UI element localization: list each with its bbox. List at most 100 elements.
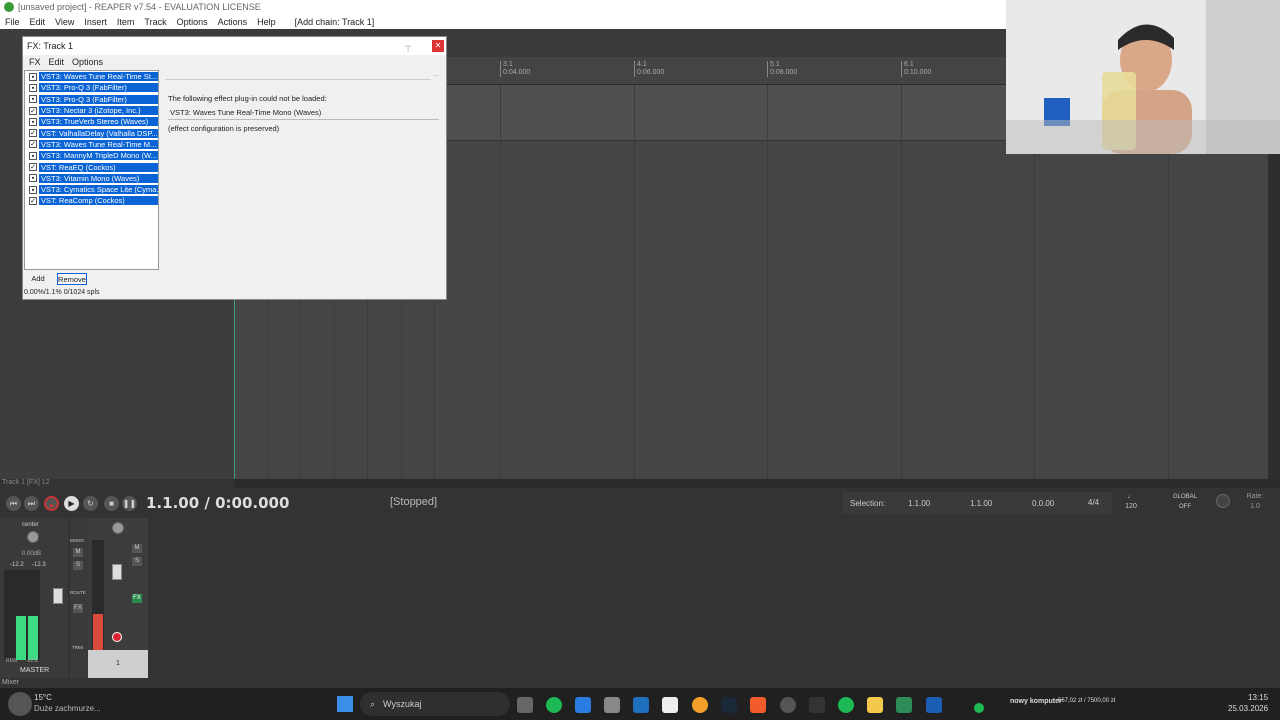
fx-menu-fx[interactable]: FX <box>25 57 45 67</box>
stats-text[interactable]: 567,02 zł / 7500,00 zł <box>1058 698 1115 704</box>
fx-menu-options[interactable]: Options <box>68 57 107 67</box>
preset-bar[interactable] <box>165 72 431 80</box>
fx-list-item[interactable]: ▪ VST3: Vitamin Mono (Waves) <box>25 173 158 184</box>
playrate-knob[interactable] <box>1216 494 1230 508</box>
fx-list-item[interactable]: ▪ VST3: TrueVerb Stereo (Waves) <box>25 116 158 127</box>
notepad-icon[interactable] <box>662 697 678 713</box>
taskbar-search[interactable]: ⌕ Wyszukaj <box>360 692 510 716</box>
menu-item[interactable]: Item <box>112 17 140 27</box>
record-button[interactable]: ● <box>44 496 59 511</box>
route-label[interactable]: ROUTE <box>70 590 86 595</box>
selection-end[interactable]: 1.1.00 <box>970 499 992 508</box>
fx-list-item[interactable]: ▪ VST3: Waves Tune Real-Time St... <box>25 71 158 82</box>
fx-list-item[interactable]: ✓ VST: ValhallaDelay (Valhalla DSP... <box>25 127 158 138</box>
fx-list-item[interactable]: ▪ VST3: Pro-Q 3 (FabFilter) <box>25 82 158 93</box>
notification-text[interactable]: nowy komputer <box>1010 698 1062 705</box>
mixer-tab[interactable]: Mixer <box>2 679 19 686</box>
reaper-icon[interactable] <box>896 697 912 713</box>
app-icon[interactable] <box>546 697 562 713</box>
track-mute-button[interactable]: M <box>132 544 142 553</box>
time-signature[interactable]: 4/4 <box>1088 498 1099 507</box>
file-explorer-icon[interactable] <box>867 697 883 713</box>
start-button[interactable] <box>337 696 353 712</box>
weather-temp[interactable]: 15°C <box>34 693 52 702</box>
menu-edit[interactable]: Edit <box>25 17 51 27</box>
fx-enable-checkbox[interactable]: ✓ <box>29 163 37 172</box>
weather-icon[interactable] <box>8 692 32 716</box>
browser-icon[interactable] <box>692 697 708 713</box>
mono-label[interactable]: MONO <box>70 538 84 543</box>
fx-list-item[interactable]: ✓ VST3: Waves Tune Real-Time M... <box>25 139 158 150</box>
go-to-end-button[interactable]: ⏭ <box>24 496 39 511</box>
track-solo-button[interactable]: S <box>132 557 142 566</box>
mail-icon[interactable] <box>604 697 620 713</box>
shield-icon[interactable] <box>926 697 942 713</box>
add-fx-button[interactable]: Add <box>25 273 51 285</box>
fx-enable-checkbox[interactable]: ▪ <box>29 174 37 183</box>
record-arm-button[interactable] <box>112 632 122 642</box>
fx-list-item[interactable]: ✓ VST3: Nectar 3 (iZotope, Inc.) <box>25 105 158 116</box>
play-button[interactable]: ▶ <box>64 496 79 511</box>
fx-enable-checkbox[interactable]: ▪ <box>29 83 37 92</box>
master-solo-button[interactable]: S <box>73 561 83 570</box>
global-automation[interactable]: GLOBAL OFF <box>1170 492 1200 514</box>
obs-icon[interactable] <box>780 697 796 713</box>
vscode-icon[interactable] <box>575 697 591 713</box>
app-icon-2[interactable] <box>809 697 825 713</box>
fx-enable-checkbox[interactable]: ▪ <box>29 117 37 126</box>
master-fader[interactable] <box>53 588 63 604</box>
fx-enable-checkbox[interactable]: ✓ <box>29 140 37 149</box>
brave-icon[interactable] <box>750 697 766 713</box>
track-pan-knob[interactable] <box>112 522 124 534</box>
fx-enable-checkbox[interactable]: ✓ <box>29 129 37 138</box>
selection-length[interactable]: 0.0.00 <box>1032 499 1054 508</box>
rate-display[interactable]: Rate: 1.0 <box>1240 492 1270 514</box>
fx-enable-checkbox[interactable]: ✓ <box>29 106 37 115</box>
fx-list-item[interactable]: ▪ VST3: Pro-Q 3 (FabFilter) <box>25 94 158 105</box>
pin-icon[interactable]: ⊤ <box>404 40 412 58</box>
fx-list[interactable]: ▪ VST3: Waves Tune Real-Time St... ▪ VST3:… <box>24 70 159 270</box>
fx-list-item[interactable]: ✓ VST: ReaEQ (Cockos) <box>25 161 158 172</box>
fx-enable-checkbox[interactable]: ▪ <box>29 185 37 194</box>
track-fx-button[interactable]: FX <box>132 594 142 603</box>
menu-track[interactable]: Track <box>139 17 171 27</box>
close-icon[interactable]: ✕ <box>432 40 444 52</box>
weather-description[interactable]: Duże zachmurze... <box>34 704 101 713</box>
go-to-start-button[interactable]: ⏮ <box>6 496 21 511</box>
clock-date[interactable]: 25.03.2026 <box>1228 704 1268 713</box>
menu-view[interactable]: View <box>50 17 79 27</box>
track-fader[interactable] <box>112 564 122 580</box>
horizontal-scrollbar[interactable] <box>234 479 1280 488</box>
master-fx-button[interactable]: FX <box>73 604 83 613</box>
selection-display[interactable]: Selection: 1.1.00 1.1.00 0.0.00 <box>842 492 1112 514</box>
repeat-button[interactable]: ↻ <box>83 496 98 511</box>
menu-options[interactable]: Options <box>172 17 213 27</box>
fx-enable-checkbox[interactable]: ✓ <box>29 196 37 205</box>
fx-list-item[interactable]: ▪ VST3: Cymatics Space Lite (Cyma... <box>25 184 158 195</box>
task-view-icon[interactable] <box>517 697 533 713</box>
selection-start[interactable]: 1.1.00 <box>908 499 930 508</box>
steam-icon[interactable] <box>721 697 737 713</box>
menu-file[interactable]: File <box>0 17 25 27</box>
more-options-button[interactable]: ... <box>434 72 444 80</box>
stop-button[interactable]: ■ <box>104 496 119 511</box>
fx-enable-checkbox[interactable]: ▪ <box>29 151 37 160</box>
menu-help[interactable]: Help <box>252 17 281 27</box>
track-number[interactable]: 1 <box>88 650 148 678</box>
fx-enable-checkbox[interactable]: ▪ <box>29 95 37 104</box>
menu-actions[interactable]: Actions <box>213 17 253 27</box>
fx-menu-edit[interactable]: Edit <box>45 57 69 67</box>
spotify-icon[interactable] <box>838 697 854 713</box>
store-icon[interactable] <box>633 697 649 713</box>
fx-list-item[interactable]: ✓ VST: ReaComp (Cockos) <box>25 195 158 206</box>
fx-enable-checkbox[interactable]: ▪ <box>29 72 37 81</box>
trim-label[interactable]: TRIM <box>72 645 83 650</box>
remove-fx-button[interactable]: Remove <box>57 273 87 285</box>
master-mute-button[interactable]: M <box>73 548 83 557</box>
bpm-display[interactable]: ♩ 120 <box>1120 492 1142 514</box>
menu-insert[interactable]: Insert <box>79 17 112 27</box>
clock-time[interactable]: 13:15 <box>1248 693 1268 702</box>
pause-button[interactable]: ❚❚ <box>122 496 137 511</box>
fx-window-titlebar[interactable]: FX: Track 1 ⊤ ✕ <box>23 37 446 55</box>
fx-list-item[interactable]: ▪ VST3: MannyM TripleD Mono (W... <box>25 150 158 161</box>
